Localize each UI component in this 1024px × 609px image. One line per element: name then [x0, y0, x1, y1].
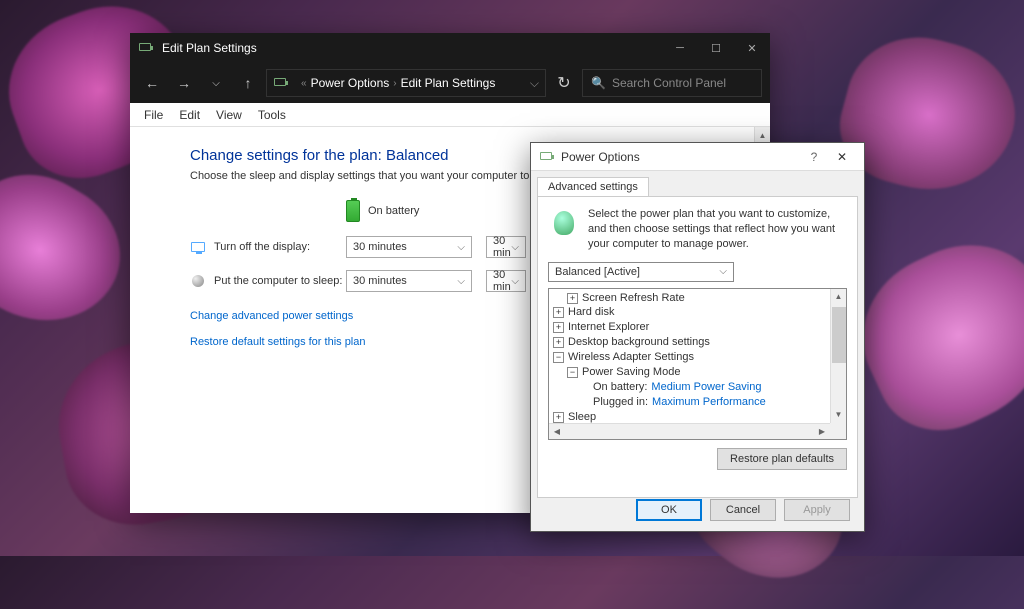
breadcrumb[interactable]: « Power Options › Edit Plan Settings ⌵	[266, 69, 546, 97]
tree-item-desktop-bg[interactable]: +Desktop background settings	[553, 335, 842, 350]
collapse-icon[interactable]: −	[553, 352, 564, 363]
maximize-button[interactable]: ☐	[698, 33, 734, 63]
tree-item-on-battery[interactable]: On battery:Medium Power Saving	[553, 380, 842, 395]
tree-item-wireless[interactable]: −Wireless Adapter Settings	[553, 350, 842, 365]
tree-item-power-saving-mode[interactable]: −Power Saving Mode	[553, 365, 842, 380]
menu-tools[interactable]: Tools	[250, 103, 294, 126]
scroll-up-icon[interactable]: ▲	[755, 127, 770, 143]
tree-item-ie[interactable]: +Internet Explorer	[553, 320, 842, 335]
menu-edit[interactable]: Edit	[171, 103, 208, 126]
minimize-button[interactable]: ─	[662, 33, 698, 63]
sleep-label: Put the computer to sleep:	[214, 275, 342, 287]
scroll-thumb[interactable]	[832, 307, 846, 363]
forward-button[interactable]: →	[170, 69, 198, 97]
scroll-corner	[830, 423, 846, 439]
bulb-icon	[548, 207, 580, 239]
up-button[interactable]: ↑	[234, 69, 262, 97]
tab-advanced-settings[interactable]: Advanced settings	[537, 177, 649, 196]
menu-view[interactable]: View	[208, 103, 250, 126]
restore-plan-defaults-button[interactable]: Restore plan defaults	[717, 448, 847, 470]
dialog-title: Power Options	[561, 150, 800, 164]
apply-button[interactable]: Apply	[784, 499, 850, 521]
breadcrumb-item[interactable]: Edit Plan Settings	[401, 76, 496, 90]
nav-bar: ← → ⌵ ↑ « Power Options › Edit Plan Sett…	[130, 63, 770, 103]
search-input[interactable]: 🔍 Search Control Panel	[582, 69, 762, 97]
plugged-in-value[interactable]: Maximum Performance	[652, 395, 766, 410]
power-options-dialog: Power Options ? ✕ Advanced settings Sele…	[530, 142, 865, 532]
expand-icon[interactable]: +	[553, 307, 564, 318]
scroll-down-icon[interactable]: ▼	[831, 407, 846, 423]
help-button[interactable]: ?	[800, 150, 828, 164]
tree-item-plugged-in[interactable]: Plugged in:Maximum Performance	[553, 395, 842, 410]
tree-scrollbar-horizontal[interactable]: ◀ ▶	[549, 423, 830, 439]
expand-icon[interactable]: +	[553, 337, 564, 348]
recent-dropdown[interactable]: ⌵	[202, 69, 230, 97]
breadcrumb-item[interactable]: Power Options	[311, 76, 390, 90]
on-battery-value[interactable]: Medium Power Saving	[651, 380, 761, 395]
sleep-battery-dropdown[interactable]: 30 minutes	[346, 270, 472, 292]
refresh-button[interactable]: ↻	[550, 69, 578, 97]
display-icon	[190, 239, 206, 255]
sleep-plugged-dropdown[interactable]: 30 min	[486, 270, 526, 292]
display-label: Turn off the display:	[214, 241, 310, 253]
close-button[interactable]: ✕	[734, 33, 770, 63]
power-icon	[539, 149, 555, 165]
power-icon	[273, 75, 289, 91]
plan-dropdown[interactable]: Balanced [Active]	[548, 262, 734, 282]
cancel-button[interactable]: Cancel	[710, 499, 776, 521]
back-button[interactable]: ←	[138, 69, 166, 97]
tree-item-screen-refresh[interactable]: +Screen Refresh Rate	[553, 291, 842, 306]
ok-button[interactable]: OK	[636, 499, 702, 521]
titlebar[interactable]: Edit Plan Settings ─ ☐ ✕	[130, 33, 770, 63]
tree-scrollbar-vertical[interactable]: ▲ ▼	[830, 289, 846, 423]
search-placeholder: Search Control Panel	[612, 76, 726, 90]
display-plugged-dropdown[interactable]: 30 min	[486, 236, 526, 258]
scroll-right-icon[interactable]: ▶	[814, 424, 830, 439]
power-icon	[138, 40, 154, 56]
dialog-titlebar[interactable]: Power Options ? ✕	[531, 143, 864, 171]
settings-tree: +Screen Refresh Rate +Hard disk +Interne…	[548, 288, 847, 440]
column-on-battery: On battery	[346, 200, 476, 222]
chevron-left-icon: «	[301, 78, 307, 89]
scroll-left-icon[interactable]: ◀	[549, 424, 565, 439]
expand-icon[interactable]: +	[553, 322, 564, 333]
search-icon: 🔍	[591, 76, 606, 90]
window-title: Edit Plan Settings	[162, 41, 662, 55]
breadcrumb-dropdown[interactable]: ⌵	[530, 76, 539, 91]
battery-icon	[346, 200, 360, 222]
display-battery-dropdown[interactable]: 30 minutes	[346, 236, 472, 258]
collapse-icon[interactable]: −	[567, 367, 578, 378]
dialog-close-button[interactable]: ✕	[828, 150, 856, 164]
sleep-icon	[190, 273, 206, 289]
menu-bar: File Edit View Tools	[130, 103, 770, 127]
expand-icon[interactable]: +	[553, 412, 564, 423]
tree-item-hard-disk[interactable]: +Hard disk	[553, 305, 842, 320]
expand-icon[interactable]: +	[567, 293, 578, 304]
chevron-right-icon: ›	[393, 78, 396, 89]
menu-file[interactable]: File	[136, 103, 171, 126]
dialog-description: Select the power plan that you want to c…	[588, 207, 847, 252]
tab-panel: Select the power plan that you want to c…	[537, 196, 858, 498]
scroll-up-icon[interactable]: ▲	[831, 289, 846, 305]
